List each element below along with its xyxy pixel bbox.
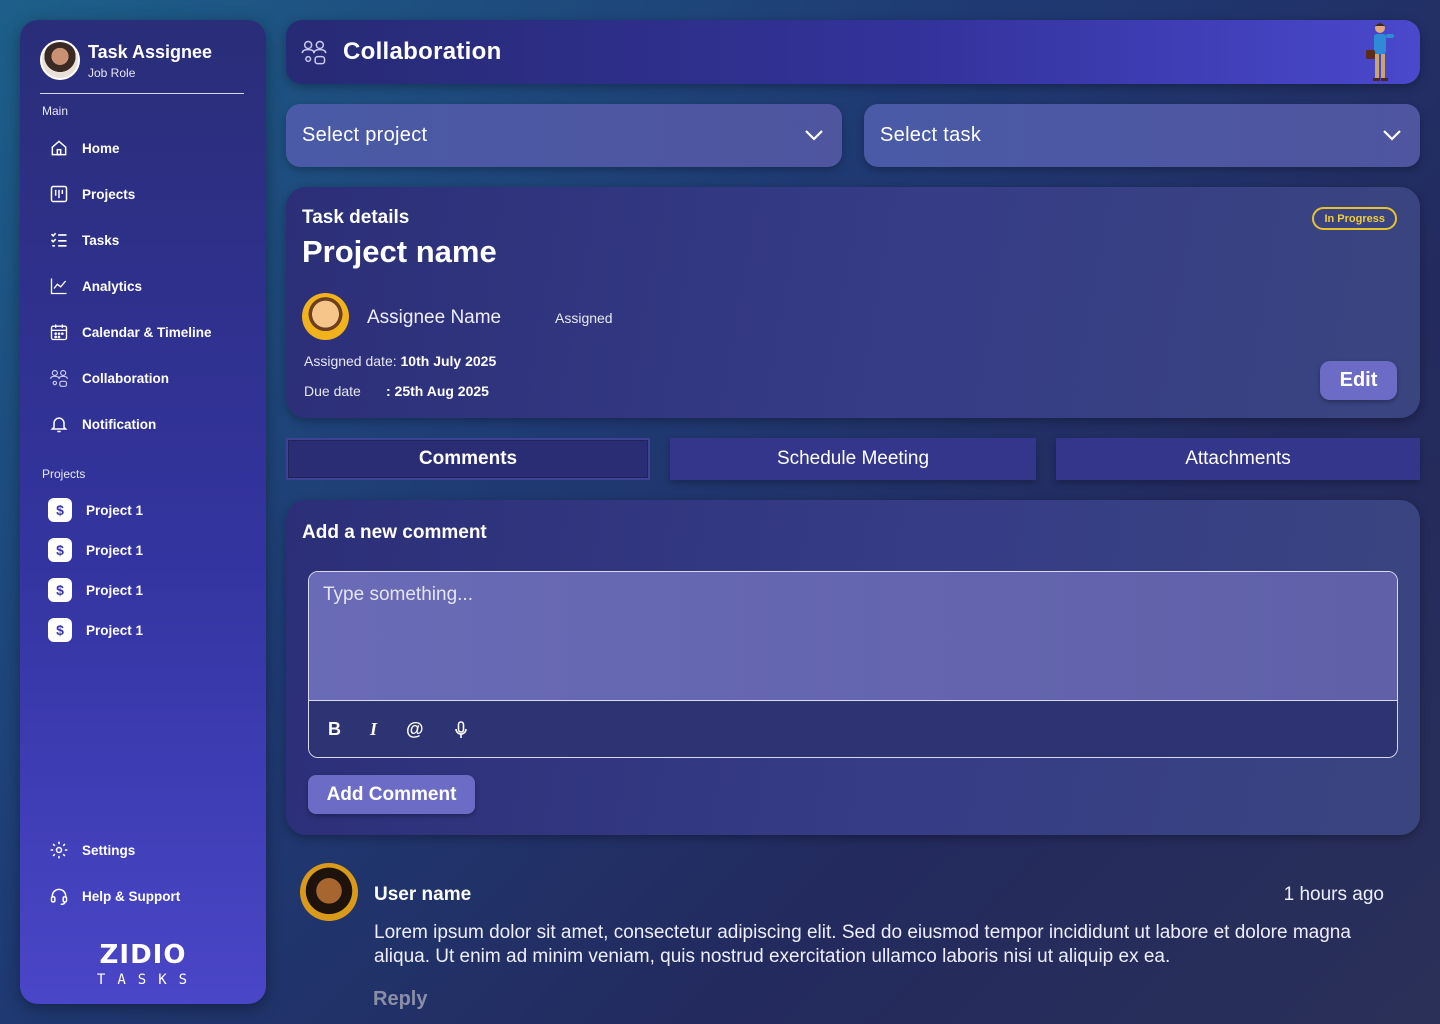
add-comment-button[interactable]: Add Comment	[308, 775, 475, 814]
sidebar-item-label: Analytics	[82, 278, 143, 294]
microphone-icon[interactable]	[454, 721, 468, 744]
user-profile[interactable]: Task Assignee Job Role	[40, 40, 244, 94]
sidebar-item-collaboration[interactable]: Collaboration	[48, 364, 169, 392]
reply-link[interactable]: Reply	[373, 988, 427, 1011]
sidebar-item-label: Project 1	[86, 542, 144, 558]
home-icon	[48, 137, 70, 159]
project-logo-icon: $	[48, 618, 72, 642]
due-date-row: Due date : 25th Aug 2025	[304, 383, 489, 399]
sidebar-project-item[interactable]: $ Project 1	[48, 577, 143, 603]
comment-timestamp: 1 hours ago	[1283, 884, 1384, 905]
tab-attachments[interactable]: Attachments	[1056, 438, 1420, 480]
chevron-down-icon	[1382, 124, 1402, 147]
sidebar-item-label: Collaboration	[82, 370, 169, 386]
avatar	[300, 863, 358, 921]
sidebar-item-label: Settings	[82, 842, 136, 858]
assignee-avatar	[302, 293, 349, 340]
chevron-down-icon	[804, 124, 824, 147]
sidebar-item-settings[interactable]: Settings	[48, 836, 135, 864]
sidebar-item-projects[interactable]: Projects	[48, 180, 135, 208]
project-logo-icon: $	[48, 578, 72, 602]
due-date-label: Due date	[304, 383, 361, 399]
profile-role: Job Role	[88, 66, 136, 80]
assigned-date-label: Assigned date:	[304, 353, 397, 369]
sidebar-item-label: Home	[82, 140, 120, 156]
gear-icon	[48, 839, 70, 861]
mention-button[interactable]: @	[406, 719, 424, 740]
tab-comments[interactable]: Comments	[286, 438, 650, 480]
sidebar-project-item[interactable]: $ Project 1	[48, 497, 143, 523]
kanban-icon	[48, 183, 70, 205]
page-header: Collaboration	[286, 20, 1420, 84]
sidebar-item-tasks[interactable]: Tasks	[48, 226, 119, 254]
sidebar-item-notification[interactable]: Notification	[48, 410, 156, 438]
sidebar-item-label: Project 1	[86, 502, 144, 518]
assigned-date-row: Assigned date: 10th July 2025	[304, 353, 496, 369]
comment-input[interactable]	[309, 572, 1397, 700]
sidebar-item-help[interactable]: Help & Support	[48, 882, 180, 910]
sidebar-item-label: Calendar & Timeline	[82, 324, 212, 340]
page-title: Collaboration	[343, 38, 502, 65]
assigned-label: Assigned	[555, 310, 613, 326]
bold-button[interactable]: B	[328, 719, 341, 740]
sidebar-project-item[interactable]: $ Project 1	[48, 617, 143, 643]
task-select[interactable]: Select task	[864, 104, 1420, 167]
collaboration-icon	[300, 38, 328, 66]
section-label-projects: Projects	[42, 467, 86, 481]
brand-logo: ZIDIO	[99, 940, 187, 970]
task-details-heading: Task details	[302, 207, 410, 228]
comment-body: Lorem ipsum dolor sit amet, consectetur …	[374, 922, 1351, 967]
sidebar-item-home[interactable]: Home	[48, 134, 120, 162]
assigned-date-value: 10th July 2025	[400, 353, 497, 369]
chart-icon	[48, 275, 70, 297]
edit-button[interactable]: Edit	[1320, 361, 1397, 400]
project-select[interactable]: Select project	[286, 104, 842, 167]
comment-editor: B I @	[308, 571, 1398, 758]
project-select-value: Select project	[302, 124, 428, 146]
assignee-name: Assignee Name	[367, 307, 502, 328]
section-label-main: Main	[42, 104, 69, 118]
add-comment-card: Add a new comment B I @ Add Comment	[286, 500, 1420, 835]
sidebar-item-label: Notification	[82, 416, 157, 432]
project-name: Project name	[302, 234, 497, 269]
tab-schedule-meeting[interactable]: Schedule Meeting	[670, 438, 1036, 480]
sidebar-item-label: Help & Support	[82, 888, 181, 904]
status-badge: In Progress	[1312, 207, 1397, 230]
add-comment-heading: Add a new comment	[302, 522, 487, 543]
collaboration-icon	[48, 367, 70, 389]
sidebar-item-label: Project 1	[86, 622, 144, 638]
businessman-illustration	[1358, 20, 1398, 84]
sidebar-item-calendar[interactable]: Calendar & Timeline	[48, 318, 212, 346]
task-details-card: Task details Project name In Progress As…	[286, 187, 1420, 418]
profile-name: Task Assignee	[88, 42, 213, 62]
project-logo-icon: $	[48, 498, 72, 522]
project-logo-icon: $	[48, 538, 72, 562]
checklist-icon	[48, 229, 70, 251]
sidebar-item-label: Tasks	[82, 232, 120, 248]
bell-icon	[48, 413, 70, 435]
editor-toolbar: B I @	[309, 700, 1397, 757]
comment-author: User name	[374, 884, 472, 905]
brand-logo-subtitle: TASKS	[96, 972, 200, 988]
sidebar-item-label: Projects	[82, 186, 136, 202]
due-date-value: : 25th Aug 2025	[386, 383, 489, 399]
sidebar-project-item[interactable]: $ Project 1	[48, 537, 143, 563]
sidebar-item-label: Project 1	[86, 582, 144, 598]
avatar	[40, 40, 80, 80]
sidebar: Task Assignee Job Role Main Home Project…	[20, 20, 266, 1004]
italic-button[interactable]: I	[370, 719, 377, 740]
calendar-icon	[48, 321, 70, 343]
task-select-value: Select task	[880, 124, 982, 146]
headset-icon	[48, 885, 70, 907]
sidebar-item-analytics[interactable]: Analytics	[48, 272, 142, 300]
